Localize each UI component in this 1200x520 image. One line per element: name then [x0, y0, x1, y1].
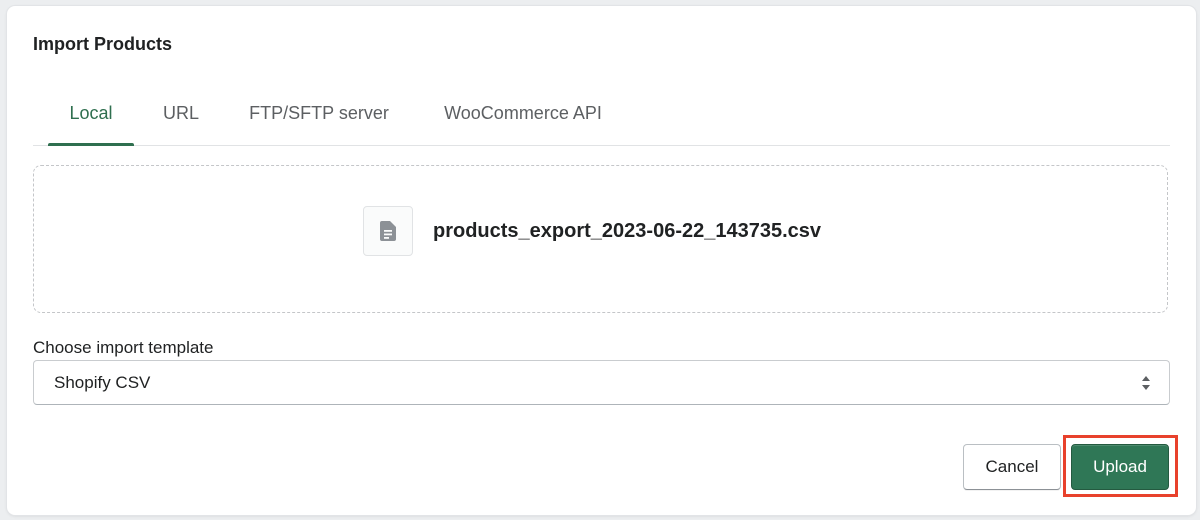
import-source-tabs: Local URL FTP/SFTP server WooCommerce AP… [33, 90, 1170, 146]
tab-woocommerce-api[interactable]: WooCommerce API [437, 90, 609, 145]
import-template-select[interactable]: Shopify CSV [33, 360, 1170, 405]
tab-local[interactable]: Local [48, 90, 134, 146]
cancel-button[interactable]: Cancel [963, 444, 1061, 490]
upload-button[interactable]: Upload [1071, 444, 1169, 490]
tab-url[interactable]: URL [156, 90, 206, 145]
select-arrows-icon [1142, 376, 1150, 390]
select-value: Shopify CSV [54, 373, 151, 392]
file-dropzone[interactable]: products_export_2023-06-22_143735.csv [33, 165, 1168, 313]
file-thumbnail [363, 206, 413, 256]
template-select-label: Choose import template [33, 338, 214, 357]
document-icon [380, 221, 396, 241]
tab-ftp-sftp-server[interactable]: FTP/SFTP server [245, 90, 393, 145]
dialog-title: Import Products [33, 34, 173, 54]
file-name: products_export_2023-06-22_143735.csv [433, 220, 822, 242]
